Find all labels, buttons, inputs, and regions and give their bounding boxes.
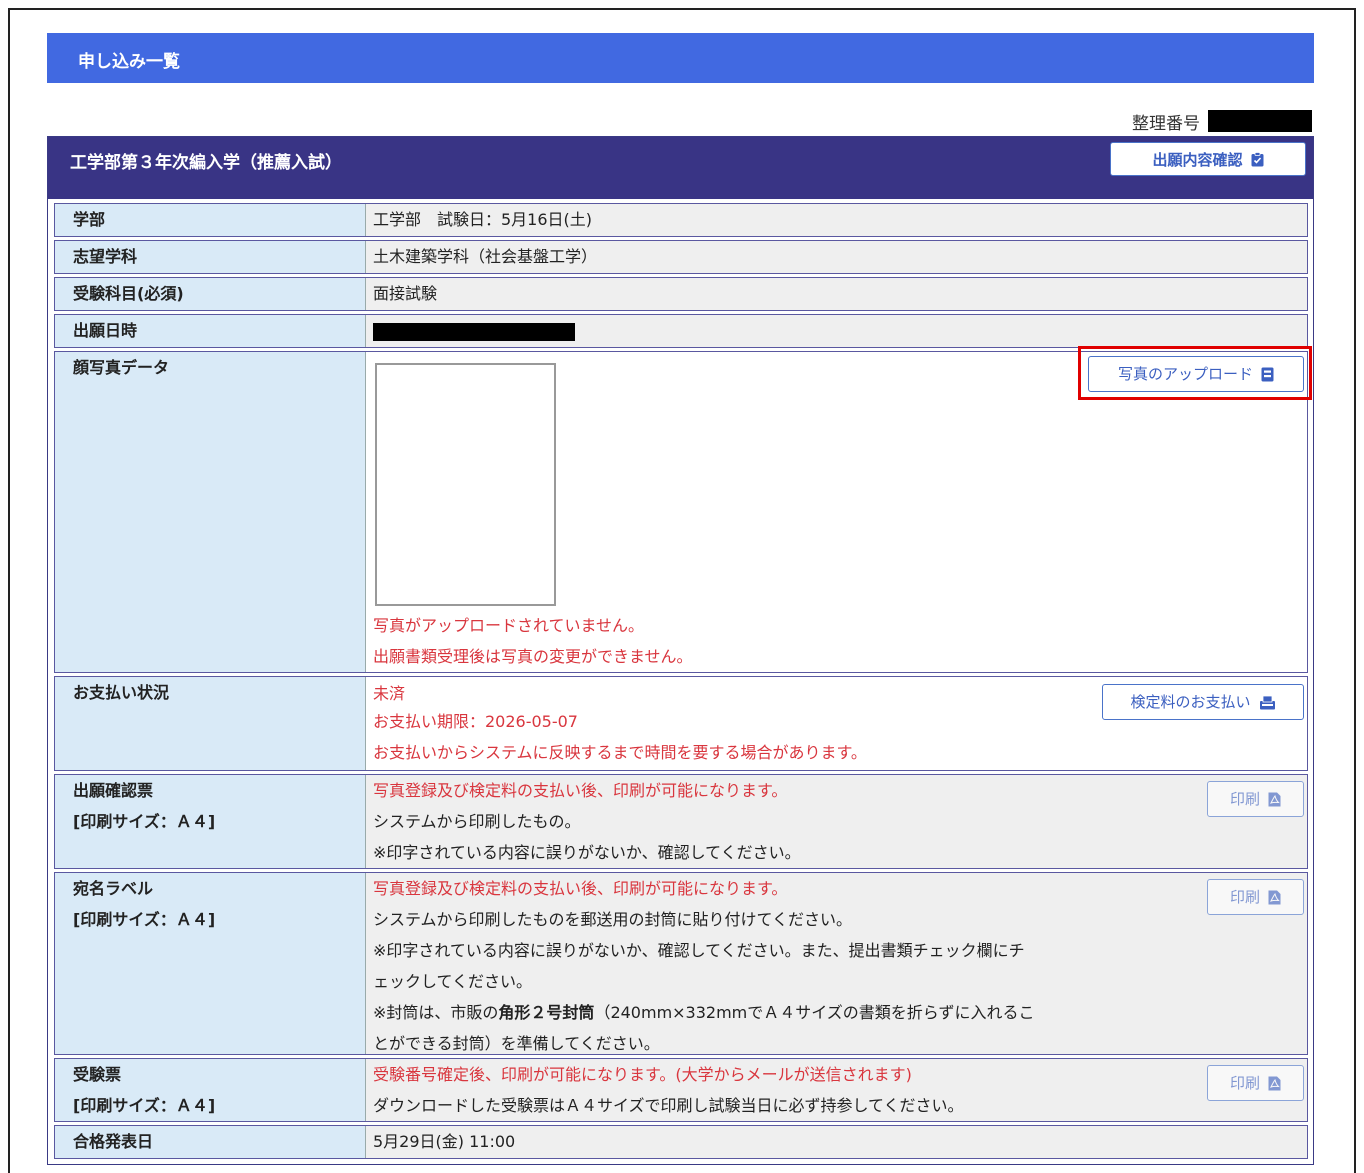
pdf-icon: [1268, 1076, 1281, 1090]
photo-placeholder: [375, 363, 556, 606]
applied-at-label: 出願日時: [55, 315, 366, 347]
payment-label: お支払い状況: [55, 677, 366, 770]
row-payment: お支払い状況 未済 お支払い期限：2026-05-07 お支払いからシステムに反…: [54, 676, 1308, 771]
upload-photo-highlight: [1078, 346, 1312, 400]
payment-icon: [1259, 695, 1275, 709]
address-label-line3b: ェックしてください。: [373, 972, 533, 991]
confirmation-slip-label-title: 出願確認票: [73, 781, 154, 800]
page-title: 申し込み一覧: [78, 52, 180, 72]
reference-number-redaction: [1208, 110, 1312, 132]
exam-ticket-label-title: 受験票: [73, 1065, 122, 1084]
pdf-icon: [1268, 792, 1281, 806]
row-photo: 顔写真データ 写真がアップロードされていません。 出願書類受理後は写真の変更がで…: [54, 346, 1312, 673]
confirmation-slip-line2: システムから印刷したもの。: [373, 812, 581, 831]
print-label: 印刷: [1229, 1073, 1260, 1092]
print-label: 印刷: [1229, 887, 1260, 906]
faculty-label: 学部: [55, 204, 366, 236]
address-label-value: 写真登録及び検定料の支払い後、印刷が可能になります。 システムから印刷したものを…: [366, 873, 1307, 1054]
row-exam-ticket: 受験票 [印刷サイズ：Ａ４] 受験番号確定後、印刷が可能になります。(大学からメ…: [54, 1058, 1308, 1122]
applied-at-value: [366, 315, 1307, 347]
application-card: 工学部第３年次編入学（推薦入試） 出願内容確認 学部 工学部 試験日：5月16日…: [47, 136, 1314, 1165]
address-label-label-title: 宛名ラベル: [73, 879, 154, 898]
exam-ticket-label: 受験票 [印刷サイズ：Ａ４]: [55, 1059, 366, 1121]
department-label: 志望学科: [55, 241, 366, 273]
payment-note: お支払いからシステムに反映するまで時間を要する場合があります。: [373, 743, 867, 762]
application-table: 学部 工学部 試験日：5月16日(土) 志望学科 土木建築学科（社会基盤工学） …: [54, 203, 1312, 1162]
result-date-value: 5月29日(金) 11:00: [366, 1126, 1307, 1158]
address-label-line1: 写真登録及び検定料の支払い後、印刷が可能になります。: [373, 879, 788, 898]
confirmation-slip-line3: ※印字されている内容に誤りがないか、確認してください。: [373, 843, 801, 862]
address-label-line4-post: （240mm×332mmでＡ４サイズの書類を折らずに入れるこ: [594, 1003, 1035, 1022]
card-header: 工学部第３年次編入学（推薦入試） 出願内容確認: [48, 137, 1313, 199]
confirmation-slip-label-size: [印刷サイズ：Ａ４]: [73, 812, 216, 831]
exam-ticket-label-size: [印刷サイズ：Ａ４]: [73, 1096, 216, 1115]
result-date-label: 合格発表日: [55, 1126, 366, 1158]
exam-ticket-value: 受験番号確定後、印刷が可能になります。(大学からメールが送信されます) ダウンロ…: [366, 1059, 1307, 1121]
photo-label: 顔写真データ: [55, 352, 366, 672]
print-confirmation-slip-button[interactable]: 印刷: [1207, 781, 1304, 817]
address-label-label: 宛名ラベル [印刷サイズ：Ａ４]: [55, 873, 366, 1054]
page-title-bar: 申し込み一覧: [47, 33, 1314, 83]
applied-at-redaction: [373, 322, 575, 341]
address-label-line4: ※封筒は、市販の角形２号封筒（240mm×332mmでＡ４サイズの書類を折らずに…: [373, 997, 1307, 1028]
print-address-label-button[interactable]: 印刷: [1207, 879, 1304, 915]
address-label-line4b: とができる封筒）を準備してください。: [373, 1034, 660, 1053]
print-exam-ticket-button[interactable]: 印刷: [1207, 1065, 1304, 1101]
confirmation-slip-label: 出願確認票 [印刷サイズ：Ａ４]: [55, 775, 366, 868]
pay-fee-label: 検定料のお支払い: [1130, 692, 1251, 711]
address-label-label-size: [印刷サイズ：Ａ４]: [73, 910, 216, 929]
row-result-date: 合格発表日 5月29日(金) 11:00: [54, 1125, 1308, 1159]
envelope-type: 角形２号封筒: [498, 1003, 595, 1022]
subjects-value: 面接試験: [366, 278, 1307, 310]
row-applied-at: 出願日時: [54, 314, 1308, 348]
reference-number: 整理番号: [1132, 108, 1312, 134]
confirm-application-button[interactable]: 出願内容確認: [1110, 142, 1306, 176]
row-subjects: 受験科目(必須) 面接試験: [54, 277, 1308, 311]
photo-lock-msg: 出願書類受理後は写真の変更ができません。: [373, 647, 693, 666]
row-confirmation-slip: 出願確認票 [印刷サイズ：Ａ４] 写真登録及び検定料の支払い後、印刷が可能になり…: [54, 774, 1308, 869]
photo-value: 写真がアップロードされていません。 出願書類受理後は写真の変更ができません。 写…: [366, 346, 1312, 672]
exam-ticket-line1: 受験番号確定後、印刷が可能になります。(大学からメールが送信されます): [373, 1065, 912, 1084]
address-label-line3a: ※印字されている内容に誤りがないか、確認してください。また、提出書類チェック欄に…: [373, 941, 1025, 960]
print-label: 印刷: [1229, 789, 1260, 808]
row-address-label: 宛名ラベル [印刷サイズ：Ａ４] 写真登録及び検定料の支払い後、印刷が可能になり…: [54, 872, 1308, 1055]
reference-number-label: 整理番号: [1132, 113, 1200, 134]
subjects-label: 受験科目(必須): [55, 278, 366, 310]
address-label-line2: システムから印刷したものを郵送用の封筒に貼り付けてください。: [373, 910, 853, 929]
faculty-value: 工学部 試験日：5月16日(土): [366, 204, 1307, 236]
pay-fee-button[interactable]: 検定料のお支払い: [1102, 684, 1304, 720]
department-value: 土木建築学科（社会基盤工学）: [366, 241, 1307, 273]
address-label-line4-pre: ※封筒は、市販の: [373, 1003, 499, 1022]
row-faculty: 学部 工学部 試験日：5月16日(土): [54, 203, 1308, 237]
confirmation-slip-line1: 写真登録及び検定料の支払い後、印刷が可能になります。: [373, 781, 788, 800]
row-department: 志望学科 土木建築学科（社会基盤工学）: [54, 240, 1308, 274]
confirm-application-label: 出願内容確認: [1152, 150, 1243, 169]
exam-ticket-line2: ダウンロードした受験票はＡ４サイズで印刷し試験当日に必ず持参してください。: [373, 1096, 964, 1115]
pdf-icon: [1268, 890, 1281, 904]
photo-not-uploaded-msg: 写真がアップロードされていません。: [373, 616, 645, 635]
confirmation-slip-value: 写真登録及び検定料の支払い後、印刷が可能になります。 システムから印刷したもの。…: [366, 775, 1307, 868]
payment-value: 未済 お支払い期限：2026-05-07 お支払いからシステムに反映するまで時間…: [366, 677, 1307, 770]
clipboard-check-icon: [1251, 151, 1263, 166]
exam-title: 工学部第３年次編入学（推薦入試）: [70, 153, 342, 173]
